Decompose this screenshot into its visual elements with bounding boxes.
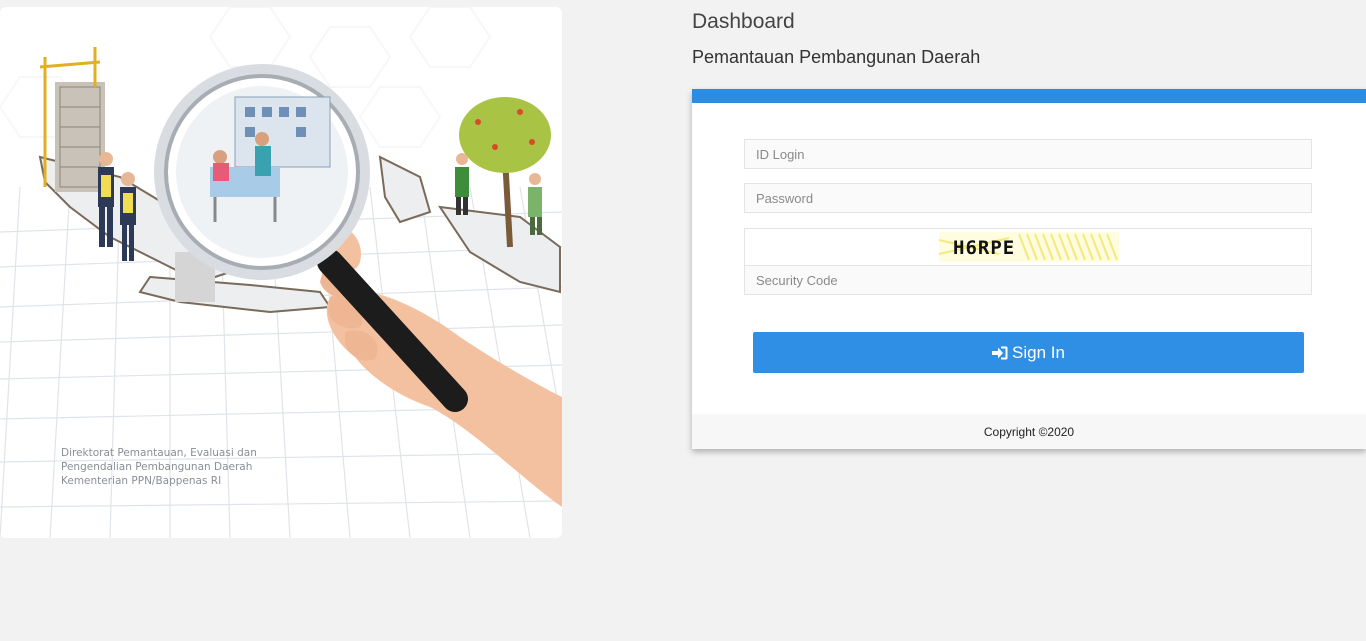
card-footer: Copyright ©2020 [692, 414, 1366, 449]
copyright-text: Copyright ©2020 [983, 424, 1075, 439]
login-card: H6RPE Sign In Copyright ©2020 [692, 89, 1366, 449]
caption-line-3: Kementerian PPN/Bappenas RI [61, 475, 222, 487]
hero-caption: Direktorat Pemantauan, Evaluasi dan Peng… [61, 446, 257, 488]
page-title: Dashboard [692, 10, 795, 33]
captcha-container: H6RPE [744, 228, 1312, 266]
card-accent-bar [692, 89, 1366, 103]
caption-line-2: Pengendalian Pembangunan Daerah [61, 461, 253, 473]
security-code-input[interactable] [744, 265, 1312, 295]
password-input[interactable] [744, 183, 1312, 213]
sign-in-label: Sign In [1012, 342, 1065, 362]
captcha-text: H6RPE [953, 237, 1016, 259]
hero-illustration: Direktorat Pemantauan, Evaluasi dan Peng… [0, 7, 562, 538]
sign-in-button[interactable]: Sign In [753, 332, 1304, 373]
sign-in-icon [992, 346, 1008, 359]
page-subtitle: Pemantauan Pembangunan Daerah [692, 47, 981, 67]
caption-line-1: Direktorat Pemantauan, Evaluasi dan [61, 447, 257, 459]
captcha-image: H6RPE [938, 232, 1119, 262]
id-login-input[interactable] [744, 139, 1312, 169]
